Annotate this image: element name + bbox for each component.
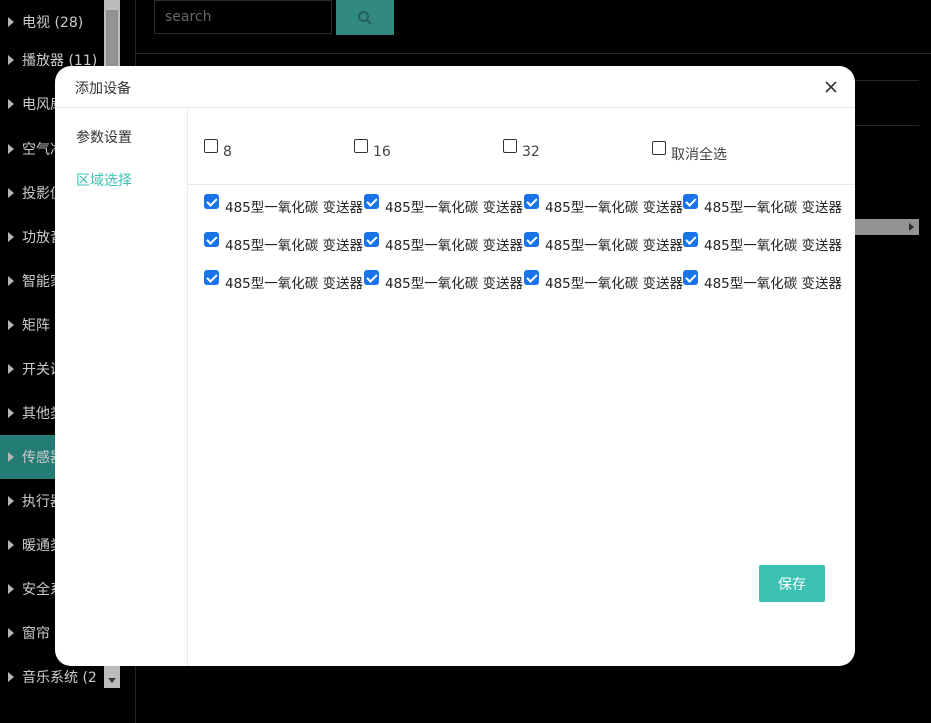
checkbox-checked[interactable] <box>524 194 539 209</box>
device-checkbox-item[interactable]: 485型一氧化碳 变送器 <box>204 232 364 252</box>
checkbox[interactable] <box>652 141 666 155</box>
checkbox-checked[interactable] <box>524 270 539 285</box>
checkbox-checked[interactable] <box>683 232 698 247</box>
checkbox[interactable] <box>204 139 218 153</box>
checkbox-checked[interactable] <box>683 194 698 209</box>
device-checkbox-item[interactable]: 485型一氧化碳 变送器 <box>524 194 684 214</box>
close-button[interactable] <box>823 79 839 95</box>
region-select-panel: 8 16 32 取消全选 485型一氧化碳 变送器 485型一氧化碳 变送器 4… <box>188 109 855 666</box>
dialog-title: 添加设备 <box>75 81 131 97</box>
checkbox-checked[interactable] <box>204 232 219 247</box>
checkbox-checked[interactable] <box>524 232 539 247</box>
dialog-nav: 参数设置 区域选择 <box>55 109 188 666</box>
device-checkbox-item[interactable]: 485型一氧化碳 变送器 <box>683 194 843 214</box>
save-button[interactable]: 保存 <box>759 565 825 602</box>
device-checkbox-item[interactable]: 485型一氧化碳 变送器 <box>364 194 524 214</box>
checkbox-checked[interactable] <box>204 270 219 285</box>
checkbox-checked[interactable] <box>204 194 219 209</box>
checkbox-checked[interactable] <box>364 194 379 209</box>
device-checkbox-item[interactable]: 485型一氧化碳 变送器 <box>524 232 684 252</box>
device-checkbox-item[interactable]: 485型一氧化碳 变送器 <box>524 270 684 290</box>
nav-item-parameters[interactable]: 参数设置 <box>76 127 132 147</box>
nav-item-region-select[interactable]: 区域选择 <box>76 170 132 190</box>
device-checkbox-item[interactable]: 485型一氧化碳 变送器 <box>204 270 364 290</box>
device-checkbox-item[interactable]: 485型一氧化碳 变送器 <box>364 270 524 290</box>
content-divider <box>188 184 855 185</box>
device-checkbox-item[interactable]: 485型一氧化碳 变送器 <box>364 232 524 252</box>
checkbox-checked[interactable] <box>364 270 379 285</box>
close-icon <box>825 81 837 93</box>
checkbox[interactable] <box>503 139 517 153</box>
group-option-16[interactable]: 16 <box>354 139 391 160</box>
device-checkbox-item[interactable]: 485型一氧化碳 变送器 <box>204 194 364 214</box>
group-option-32[interactable]: 32 <box>503 139 540 160</box>
device-checkbox-item[interactable]: 485型一氧化碳 变送器 <box>683 232 843 252</box>
checkbox-checked[interactable] <box>683 270 698 285</box>
group-option-8[interactable]: 8 <box>204 139 232 160</box>
deselect-all-option[interactable]: 取消全选 <box>652 141 727 163</box>
add-device-dialog: 添加设备 参数设置 区域选择 8 16 32 取消全选 485型一氧化碳 变送器… <box>55 66 855 666</box>
device-checkbox-item[interactable]: 485型一氧化碳 变送器 <box>683 270 843 290</box>
dialog-header: 添加设备 <box>55 66 855 108</box>
checkbox[interactable] <box>354 139 368 153</box>
checkbox-checked[interactable] <box>364 232 379 247</box>
